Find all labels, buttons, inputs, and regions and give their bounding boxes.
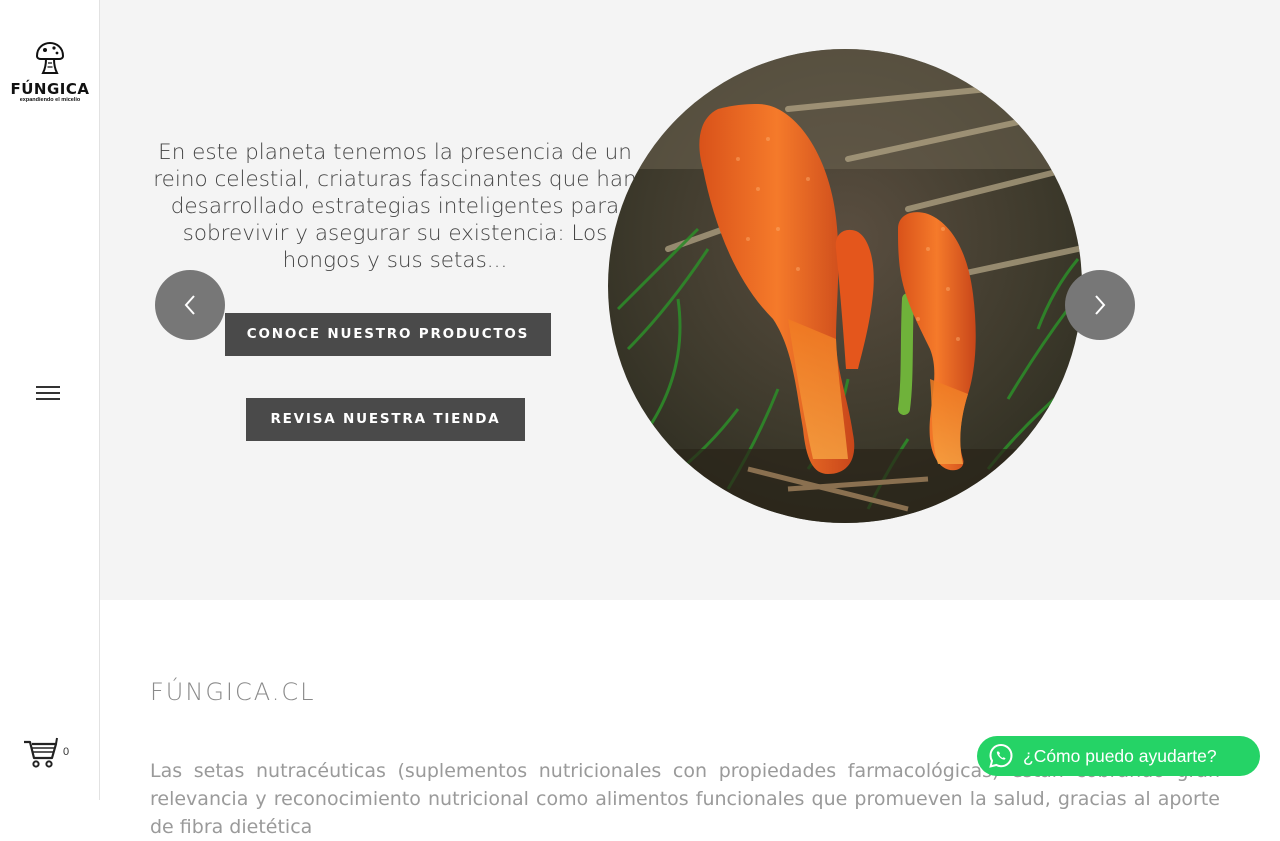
cart-icon: [24, 737, 58, 768]
next-slide-button[interactable]: [1065, 270, 1135, 340]
section-title: FÚNGICA.CL: [150, 678, 316, 706]
store-button[interactable]: REVISA NUESTRA TIENDA: [246, 398, 525, 441]
cordyceps-mushroom-image: [608, 49, 1082, 523]
chevron-right-icon: [1095, 295, 1106, 315]
brand-logo[interactable]: FÚNGICA expandiendo el micelio: [10, 40, 90, 104]
mushroom-logo-icon: [35, 41, 65, 74]
sidebar: FÚNGICA expandiendo el micelio 0: [0, 0, 100, 800]
hamburger-menu-icon[interactable]: [36, 386, 62, 406]
chevron-left-icon: [184, 295, 195, 315]
brand-name: FÚNGICA: [10, 80, 90, 98]
hero-text: En este planeta tenemos la presencia de …: [153, 140, 637, 273]
cart-count: 0: [63, 746, 70, 758]
whatsapp-label: ¿Cómo puedo ayudarte?: [1023, 745, 1217, 766]
whatsapp-chat-button[interactable]: ¿Cómo puedo ayudarte?: [977, 736, 1260, 776]
whatsapp-icon: [989, 743, 1013, 768]
cart-button[interactable]: 0: [22, 736, 72, 772]
hero-slider: En este planeta tenemos la presencia de …: [100, 0, 1280, 600]
products-button[interactable]: CONOCE NUESTRO PRODUCTOS: [225, 313, 551, 356]
prev-slide-button[interactable]: [155, 270, 225, 340]
brand-tagline: expandiendo el micelio: [19, 97, 81, 103]
